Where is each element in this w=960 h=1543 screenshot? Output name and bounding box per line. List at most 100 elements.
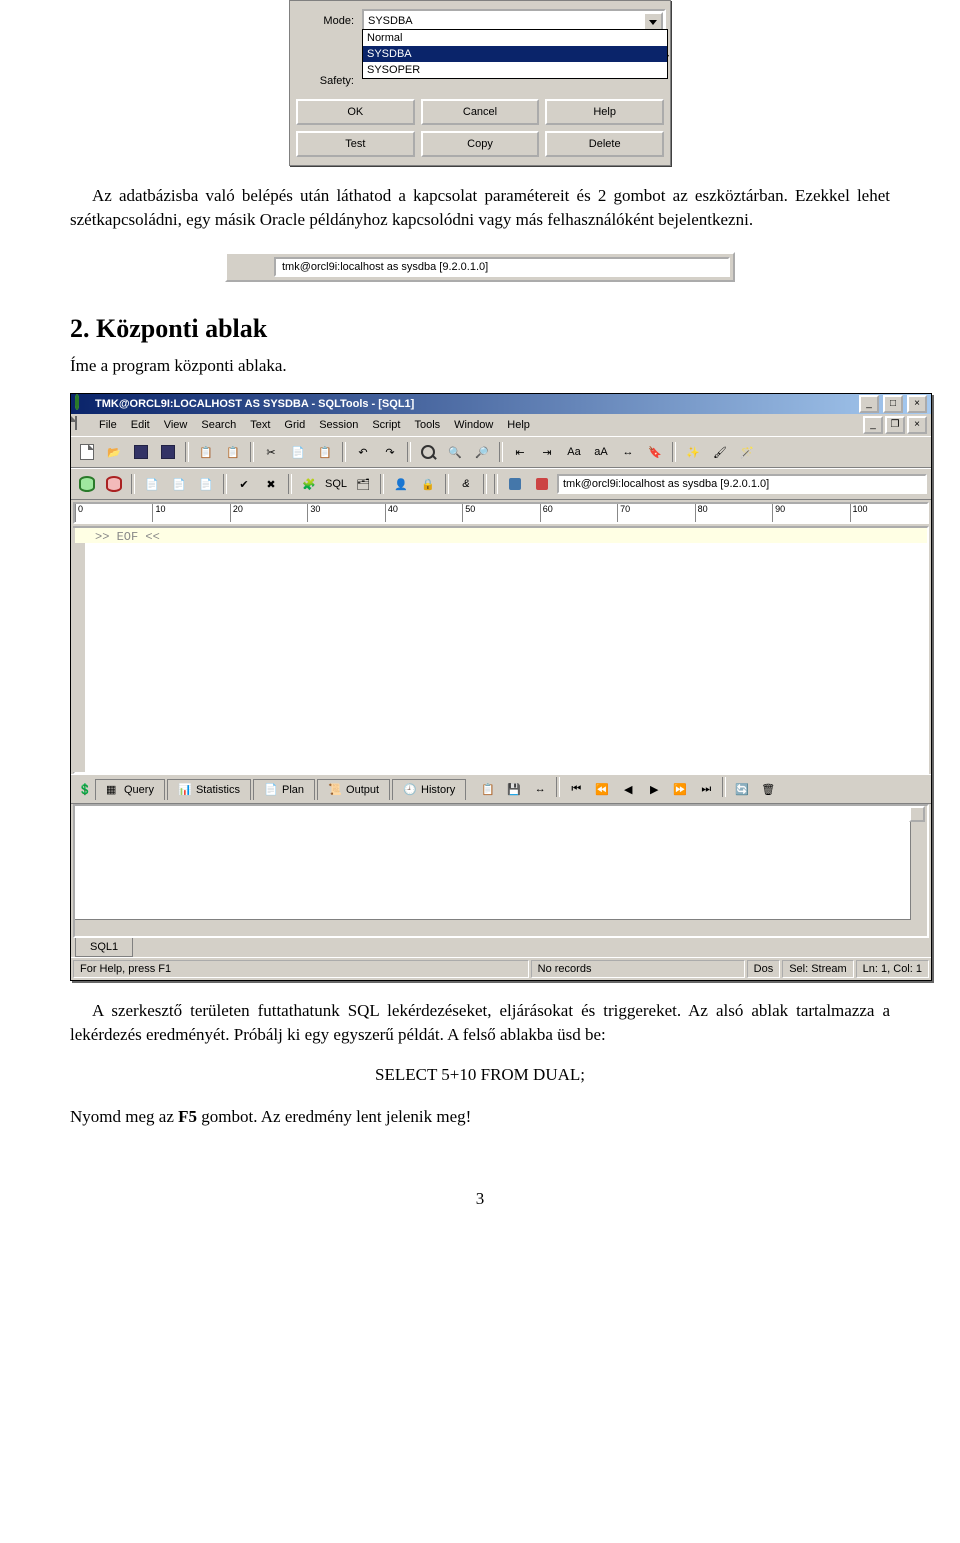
section-heading: 2. Központi ablak: [70, 314, 890, 344]
paragraph-2: Íme a program központi ablaka.: [70, 354, 890, 378]
menu-edit[interactable]: Edit: [125, 417, 156, 433]
execute-script-icon[interactable]: [102, 472, 126, 496]
explain-plan-icon[interactable]: 🧩: [297, 472, 321, 496]
menu-window[interactable]: Window: [448, 417, 499, 433]
menu-script[interactable]: Script: [366, 417, 406, 433]
tab-query[interactable]: ▦Query: [95, 779, 165, 800]
ampersand-icon[interactable]: &: [454, 472, 478, 496]
child-restore-button[interactable]: ❐: [885, 416, 905, 434]
result-grid-area[interactable]: [73, 804, 929, 938]
lowercase-icon[interactable]: aA: [589, 440, 613, 464]
save-all-icon[interactable]: [156, 440, 180, 464]
copy-icon[interactable]: 📄: [286, 440, 310, 464]
cancel-button[interactable]: Cancel: [421, 99, 540, 125]
sql-tool-icon[interactable]: SQL: [324, 472, 348, 496]
find-replace-icon[interactable]: 🔍: [443, 440, 467, 464]
safety-label: Safety:: [294, 75, 354, 87]
bookmark-icon[interactable]: 🔖: [643, 440, 667, 464]
system-menu-icon[interactable]: [75, 417, 91, 433]
paste-template-icon[interactable]: 📋: [221, 440, 245, 464]
undo-icon[interactable]: ↶: [351, 440, 375, 464]
tab-output[interactable]: 📜Output: [317, 779, 390, 800]
ok-button[interactable]: OK: [296, 99, 415, 125]
scroll-up-icon[interactable]: [909, 806, 925, 822]
mode-dropdown-list[interactable]: Normal SYSDBA SYSOPER: [362, 29, 668, 79]
grid-copy-icon[interactable]: 📋: [476, 777, 500, 801]
lock-mgr-icon[interactable]: 🔒: [416, 472, 440, 496]
menu-tools[interactable]: Tools: [408, 417, 446, 433]
next-row-icon[interactable]: 📄: [167, 472, 191, 496]
menu-view[interactable]: View: [158, 417, 194, 433]
open-file-icon[interactable]: 📂: [102, 440, 126, 464]
mode-option-sysdba[interactable]: SYSDBA: [363, 46, 667, 62]
tool-wand-icon[interactable]: ✨: [681, 440, 705, 464]
nav-prevpage-icon[interactable]: ⏪: [590, 777, 614, 801]
menu-text[interactable]: Text: [244, 417, 276, 433]
cut-icon[interactable]: ✂: [259, 440, 283, 464]
insert-row-icon[interactable]: 📄: [140, 472, 164, 496]
disconnect-icon-2[interactable]: [530, 472, 554, 496]
tool-eraser-icon[interactable]: 🪄: [735, 440, 759, 464]
paragraph-4: Nyomd meg az F5 gombot. Az eredmény lent…: [70, 1105, 890, 1129]
doc-tab-sql1[interactable]: SQL1: [75, 938, 133, 957]
menu-grid[interactable]: Grid: [278, 417, 311, 433]
editor-ruler: 01020 304050 607080 90100: [73, 502, 929, 524]
vertical-scrollbar[interactable]: [910, 806, 927, 936]
schema-browser-icon[interactable]: 🗂: [351, 472, 375, 496]
wrap-icon[interactable]: ↔: [616, 440, 640, 464]
grid-export-icon[interactable]: 💾: [502, 777, 526, 801]
delete-button[interactable]: Delete: [545, 131, 664, 157]
nav-first-icon[interactable]: ⏮: [564, 777, 588, 801]
copy-button[interactable]: Copy: [421, 131, 540, 157]
status-encoding: Dos: [747, 960, 781, 978]
menu-search[interactable]: Search: [195, 417, 242, 433]
indent-right-icon[interactable]: ⇥: [535, 440, 559, 464]
test-button[interactable]: Test: [296, 131, 415, 157]
menu-session[interactable]: Session: [313, 417, 364, 433]
save-icon[interactable]: [129, 440, 153, 464]
child-minimize-button[interactable]: _: [863, 416, 883, 434]
tab-history[interactable]: 🕘History: [392, 779, 466, 800]
grid-autosize-icon[interactable]: ↔: [528, 777, 552, 801]
session-mgr-icon[interactable]: 👤: [389, 472, 413, 496]
sql-editor[interactable]: >> EOF <<: [73, 526, 929, 774]
menu-file[interactable]: File: [93, 417, 123, 433]
prev-row-icon[interactable]: 📄: [194, 472, 218, 496]
nav-next-icon[interactable]: ▶: [642, 777, 666, 801]
redo-icon[interactable]: ↷: [378, 440, 402, 464]
tool-brush-icon[interactable]: 🖌: [708, 440, 732, 464]
horizontal-scrollbar[interactable]: [75, 919, 911, 936]
maximize-button[interactable]: □: [883, 395, 903, 413]
connect-icon-2[interactable]: [503, 472, 527, 496]
find-in-files-icon[interactable]: 🔎: [470, 440, 494, 464]
copy-template-icon[interactable]: 📋: [194, 440, 218, 464]
mode-option-sysoper[interactable]: SYSOPER: [363, 62, 667, 78]
paragraph-4-c: gombot. Az eredmény lent jelenik meg!: [197, 1107, 471, 1126]
grid-refresh-icon[interactable]: 🔄: [730, 777, 754, 801]
paste-icon[interactable]: 📋: [313, 440, 337, 464]
result-pin-icon[interactable]: 💲: [75, 779, 95, 799]
help-button[interactable]: Help: [545, 99, 664, 125]
document-tab-bar: SQL1: [71, 938, 931, 957]
commit-icon[interactable]: ✔: [232, 472, 256, 496]
find-icon[interactable]: [416, 440, 440, 464]
editor-gutter: [73, 528, 87, 772]
connect-icon[interactable]: [230, 259, 246, 275]
tab-statistics[interactable]: 📊Statistics: [167, 779, 251, 800]
new-file-icon[interactable]: [75, 440, 99, 464]
close-button[interactable]: ×: [907, 395, 927, 413]
mode-option-normal[interactable]: Normal: [363, 30, 667, 46]
rollback-icon[interactable]: ✖: [259, 472, 283, 496]
indent-left-icon[interactable]: ⇤: [508, 440, 532, 464]
tab-plan[interactable]: 📄Plan: [253, 779, 315, 800]
minimize-button[interactable]: _: [859, 395, 879, 413]
uppercase-icon[interactable]: Aa: [562, 440, 586, 464]
execute-current-icon[interactable]: [75, 472, 99, 496]
nav-last-icon[interactable]: ⏭: [694, 777, 718, 801]
child-close-button[interactable]: ×: [907, 416, 927, 434]
menu-help[interactable]: Help: [501, 417, 536, 433]
nav-nextpage-icon[interactable]: ⏩: [668, 777, 692, 801]
disconnect-icon[interactable]: [252, 259, 268, 275]
nav-prev-icon[interactable]: ◀: [616, 777, 640, 801]
grid-clear-icon[interactable]: 🗑: [756, 777, 780, 801]
